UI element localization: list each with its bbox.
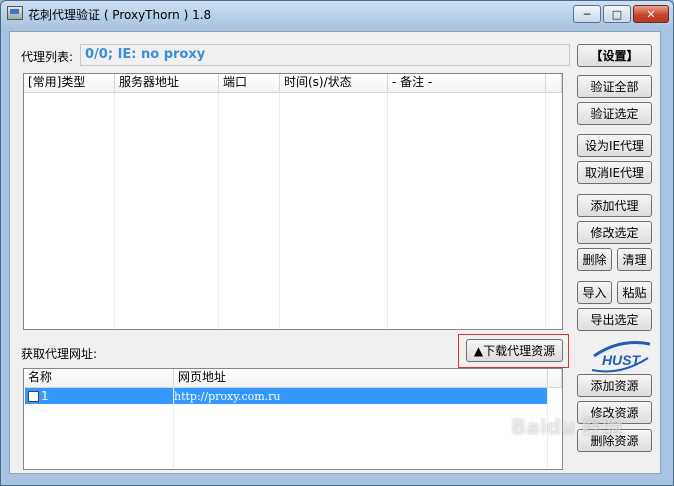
download-resource-button[interactable]: ▲下载代理资源 — [466, 339, 563, 362]
resource-list[interactable]: 名称 网页地址 1 http://proxy.com.ru — [23, 368, 563, 470]
proxy-list[interactable]: [常用]类型 服务器地址 端口 时间(s)/状态 - 备注 - — [23, 73, 563, 330]
export-selected-button[interactable]: 导出选定 — [577, 308, 652, 331]
grid-line — [387, 92, 388, 329]
add-proxy-button[interactable]: 添加代理 — [577, 194, 652, 217]
minimize-icon: ─ — [583, 7, 591, 21]
column-header-name[interactable]: 名称 — [24, 369, 174, 387]
fetch-url-label: 获取代理网址: — [21, 347, 98, 361]
window-title: 花刺代理验证 ( ProxyThorn ) 1.8 — [28, 8, 212, 22]
settings-button[interactable]: 【设置】 — [577, 44, 652, 67]
minimize-button[interactable]: ─ — [573, 5, 601, 23]
column-header-notes[interactable]: - 备注 - — [388, 74, 546, 92]
app-window: 花刺代理验证 ( ProxyThorn ) 1.8 ─ □ ✕ 代理列表: 0/… — [0, 0, 674, 486]
logo-text: HUST — [602, 352, 642, 368]
close-button[interactable]: ✕ — [633, 5, 669, 23]
edit-selected-button[interactable]: 修改选定 — [577, 221, 652, 244]
column-header-type[interactable]: [常用]类型 — [24, 74, 115, 92]
paste-button[interactable]: 粘贴 — [617, 281, 652, 304]
column-header-url[interactable]: 网页地址 — [174, 369, 548, 387]
clear-button[interactable]: 清理 — [617, 248, 652, 271]
title-bar[interactable]: 花刺代理验证 ( ProxyThorn ) 1.8 ─ □ ✕ — [1, 1, 673, 27]
proxy-list-header: [常用]类型 服务器地址 端口 时间(s)/状态 - 备注 - — [24, 74, 562, 93]
resource-row-name: 1 — [41, 389, 49, 403]
verify-selected-button[interactable]: 验证选定 — [577, 102, 652, 125]
set-ie-proxy-button[interactable]: 设为IE代理 — [577, 134, 652, 157]
grid-line — [173, 387, 174, 469]
grid-line — [545, 92, 546, 329]
import-button[interactable]: 导入 — [577, 281, 612, 304]
column-header-port[interactable]: 端口 — [219, 74, 280, 92]
main-panel: 代理列表: 0/0; IE: no proxy [常用]类型 服务器地址 端口 … — [9, 31, 661, 474]
hust-logo-icon: HUST — [591, 341, 651, 373]
close-icon: ✕ — [646, 7, 656, 21]
delete-button[interactable]: 删除 — [577, 248, 612, 271]
verify-all-button[interactable]: 验证全部 — [577, 75, 652, 98]
add-resource-button[interactable]: 添加资源 — [577, 374, 652, 397]
proxy-status-display: 0/0; IE: no proxy — [80, 44, 570, 66]
column-header-filler — [546, 74, 562, 92]
column-header-time-status[interactable]: 时间(s)/状态 — [280, 74, 388, 92]
column-header-server[interactable]: 服务器地址 — [115, 74, 219, 92]
resource-row-checkbox[interactable] — [28, 390, 39, 402]
maximize-icon: □ — [611, 7, 623, 21]
cancel-ie-proxy-button[interactable]: 取消IE代理 — [577, 161, 652, 184]
resource-row[interactable]: 1 http://proxy.com.ru — [25, 388, 547, 404]
maximize-button[interactable]: □ — [603, 5, 631, 23]
proxy-list-label: 代理列表: — [21, 50, 74, 64]
app-icon — [7, 6, 23, 20]
grid-line — [114, 92, 115, 329]
resource-list-header: 名称 网页地址 — [24, 369, 562, 388]
resource-row-url: http://proxy.com.ru — [174, 389, 281, 403]
watermark-text: Baidu 经验 — [511, 415, 623, 439]
column-header-filler — [548, 369, 562, 387]
grid-line — [218, 92, 219, 329]
grid-line — [279, 92, 280, 329]
